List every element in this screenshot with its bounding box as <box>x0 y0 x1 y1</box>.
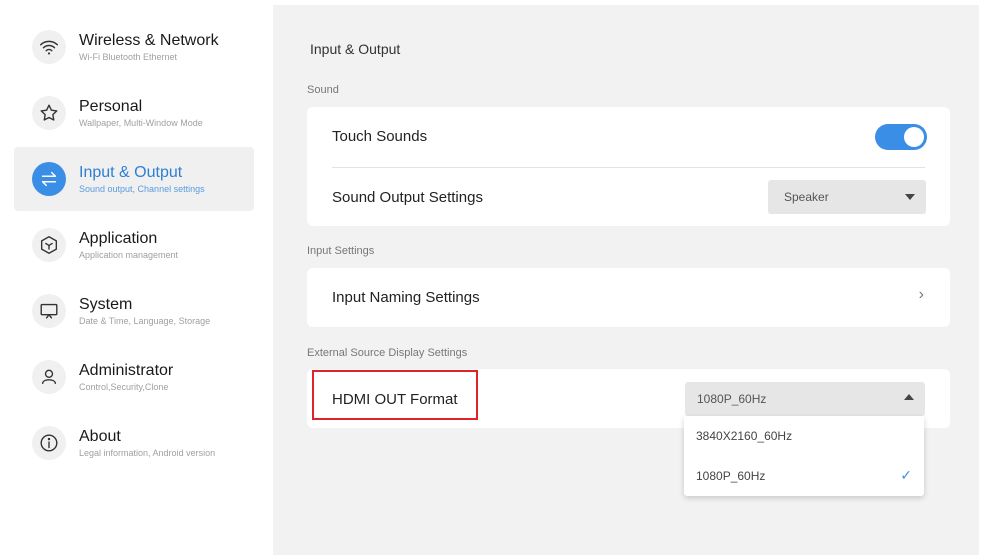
settings-sidebar: Wireless & Network Wi-Fi Bluetooth Ether… <box>0 0 268 555</box>
sidebar-item-about[interactable]: About Legal information, Android version <box>14 411 254 475</box>
sound-output-value: Speaker <box>784 190 829 204</box>
input-naming-settings-label: Input Naming Settings <box>332 289 480 306</box>
swap-arrows-icon <box>32 162 66 196</box>
sound-output-select[interactable]: Speaker <box>768 180 926 214</box>
info-icon <box>32 426 66 460</box>
sidebar-item-personal[interactable]: Personal Wallpaper, Multi-Window Mode <box>14 81 254 145</box>
highlight-box <box>312 370 478 420</box>
dropdown-option-1080p-60hz[interactable]: 1080P_60Hz ✓ <box>684 456 924 496</box>
chevron-right-icon: › <box>918 286 924 303</box>
sidebar-item-administrator[interactable]: Administrator Control,Security,Clone <box>14 345 254 409</box>
check-icon: ✓ <box>900 467 912 483</box>
hdmi-out-format-dropdown: 3840X2160_60Hz 1080P_60Hz ✓ <box>684 416 924 496</box>
sidebar-item-title: Input & Output <box>79 163 183 181</box>
hdmi-out-format-select[interactable]: 1080P_60Hz <box>685 382 925 416</box>
sound-settings-card: Touch Sounds Sound Output Settings Speak… <box>307 107 950 226</box>
section-label-sound: Sound <box>307 84 339 96</box>
wifi-icon <box>32 30 66 64</box>
sidebar-item-application[interactable]: Application Application management <box>14 213 254 277</box>
sidebar-item-title: Application <box>79 229 158 247</box>
caret-down-icon <box>905 194 915 200</box>
sidebar-item-subtitle: Control,Security,Clone <box>79 381 169 392</box>
sidebar-item-title: Personal <box>79 97 143 115</box>
sidebar-item-system[interactable]: System Date & Time, Language, Storage <box>14 279 254 343</box>
touch-sounds-row[interactable]: Touch Sounds <box>307 107 950 167</box>
page-title: Input & Output <box>310 41 401 57</box>
dropdown-option-label: 1080P_60Hz <box>696 469 766 483</box>
sidebar-item-subtitle: Wallpaper, Multi-Window Mode <box>79 117 203 128</box>
sound-output-settings-row: Sound Output Settings Speaker <box>307 167 950 226</box>
dropdown-option-label: 3840X2160_60Hz <box>696 429 793 443</box>
user-icon <box>32 360 66 394</box>
sidebar-item-subtitle: Sound output, Channel settings <box>79 183 205 194</box>
sidebar-item-input-output[interactable]: Input & Output Sound output, Channel set… <box>14 147 254 211</box>
sidebar-item-subtitle: Application management <box>79 249 179 260</box>
sidebar-item-title: Wireless & Network <box>79 31 219 49</box>
touch-sounds-toggle[interactable] <box>875 124 927 150</box>
dropdown-option-3840x2160-60hz[interactable]: 3840X2160_60Hz <box>684 416 924 456</box>
sidebar-item-title: System <box>79 295 133 313</box>
input-naming-settings-row[interactable]: Input Naming Settings › <box>307 268 950 327</box>
monitor-icon <box>32 294 66 328</box>
sidebar-item-subtitle: Wi-Fi Bluetooth Ethernet <box>79 51 178 62</box>
section-label-external-source: External Source Display Settings <box>307 347 468 359</box>
sidebar-item-subtitle: Legal information, Android version <box>79 447 216 458</box>
touch-sounds-label: Touch Sounds <box>332 128 428 145</box>
hdmi-out-format-value: 1080P_60Hz <box>697 392 767 406</box>
sidebar-item-subtitle: Date & Time, Language, Storage <box>79 315 211 326</box>
caret-up-icon <box>904 394 914 400</box>
section-label-input-settings: Input Settings <box>307 245 375 257</box>
star-icon <box>32 96 66 130</box>
sidebar-item-title: Administrator <box>79 361 174 379</box>
sound-output-settings-label: Sound Output Settings <box>332 189 483 206</box>
sidebar-item-title: About <box>79 427 121 445</box>
sidebar-item-wireless-network[interactable]: Wireless & Network Wi-Fi Bluetooth Ether… <box>14 15 254 79</box>
toggle-knob <box>904 127 924 147</box>
cube-icon <box>32 228 66 262</box>
